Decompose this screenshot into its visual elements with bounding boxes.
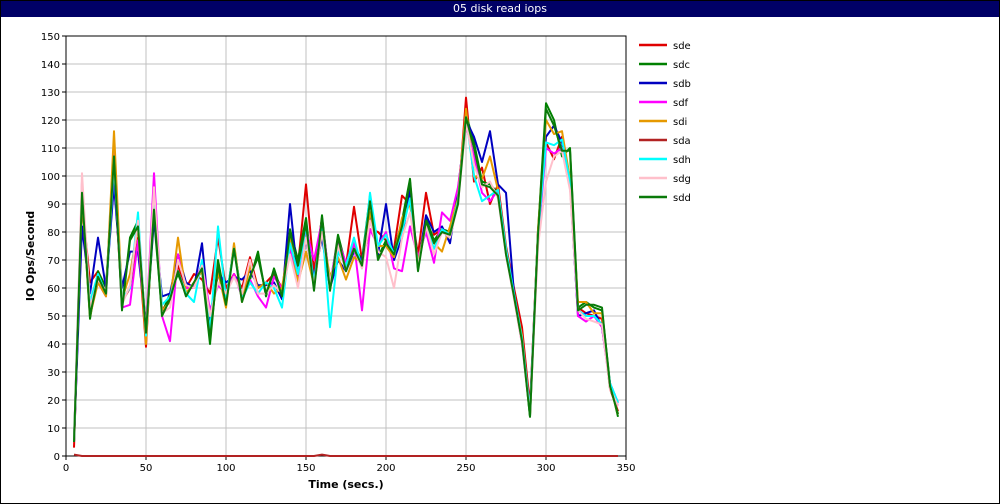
x-tick-label: 150 — [296, 463, 315, 474]
x-tick-label: 300 — [536, 463, 555, 474]
legend-label-sdi: sdi — [673, 117, 687, 128]
y-tick-label: 100 — [41, 172, 60, 183]
legend-label-sdg: sdg — [673, 174, 691, 185]
y-tick-label: 70 — [47, 256, 60, 267]
line-chart: 0 10 20 30 40 50 60 70 80 90 100 110 120 130 140 150 0 50… — [24, 32, 691, 491]
y-tick-label: 50 — [47, 312, 60, 323]
x-tick-label: 350 — [616, 463, 635, 474]
y-tick-label: 140 — [41, 60, 60, 71]
y-tick-label: 120 — [41, 116, 60, 127]
y-tick-label: 150 — [41, 32, 60, 43]
x-tick-label: 100 — [216, 463, 235, 474]
y-tick-label: 0 — [54, 452, 60, 463]
x-tick-label: 50 — [140, 463, 153, 474]
legend: sde sdc sdb sdf sdi sda sdh sdg sdd — [639, 41, 691, 204]
y-tick-label: 130 — [41, 88, 60, 99]
x-tick-label: 0 — [63, 463, 69, 474]
y-tick-label: 20 — [47, 396, 60, 407]
y-axis-label: IO Ops/Second — [24, 211, 37, 301]
legend-label-sde: sde — [673, 41, 691, 52]
legend-label-sdc: sdc — [673, 60, 690, 71]
chart-window: 05 disk read iops 0 10 20 30 40 50 60 70 80 90 100… — [0, 0, 1000, 504]
x-tick-label: 200 — [376, 463, 395, 474]
y-tick-label: 40 — [47, 340, 60, 351]
legend-label-sdh: sdh — [673, 155, 691, 166]
window-title: 05 disk read iops — [1, 1, 999, 17]
y-tick-label: 60 — [47, 284, 60, 295]
x-axis-label: Time (secs.) — [308, 478, 383, 491]
series-line-sda — [73, 453, 618, 457]
legend-label-sdf: sdf — [673, 98, 689, 109]
legend-label-sdb: sdb — [673, 79, 691, 90]
y-tick-label: 10 — [47, 424, 60, 435]
legend-label-sda: sda — [673, 136, 691, 147]
series-line-sdd — [73, 107, 619, 443]
series-lines — [73, 96, 619, 457]
y-tick-label: 110 — [41, 144, 60, 155]
y-tick-label: 80 — [47, 228, 60, 239]
x-tick-label: 250 — [456, 463, 475, 474]
legend-label-sdd: sdd — [673, 193, 691, 204]
y-tick-label: 30 — [47, 368, 60, 379]
y-tick-label: 90 — [47, 200, 60, 211]
